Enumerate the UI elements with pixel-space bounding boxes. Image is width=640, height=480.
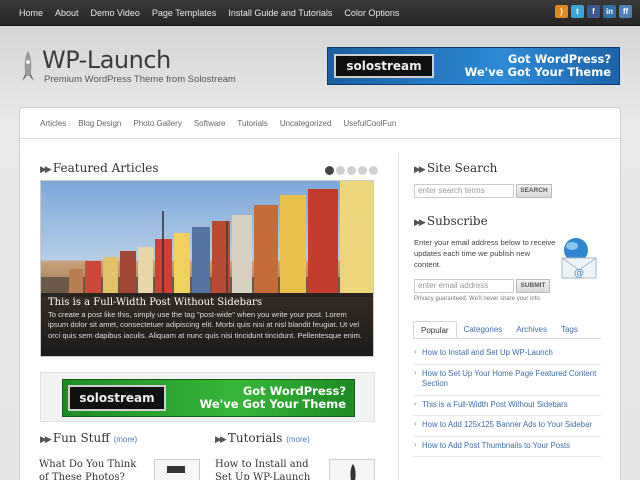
popular-post-link[interactable]: How to Install and Set Up WP-Launch xyxy=(413,344,601,365)
email-input[interactable]: enter email address xyxy=(414,279,514,293)
subscribe-heading-text: Subscribe xyxy=(426,214,488,228)
social-icons: ) t f in ff xyxy=(555,5,632,18)
top-nav: Home About Demo Video Page Templates Ins… xyxy=(13,0,405,26)
category-nav: Articles Blog Design Photo Gallery Softw… xyxy=(20,108,620,139)
tab-categories[interactable]: Categories xyxy=(457,321,510,338)
rocket-logo-icon xyxy=(22,51,34,81)
cat-blog-design[interactable]: Blog Design xyxy=(72,108,127,138)
featured-caption-title[interactable]: This is a Full-Width Post Without Sideba… xyxy=(48,297,368,308)
double-chevron-icon: ▶▶ xyxy=(215,435,227,445)
email-subscribe-icon: @ xyxy=(561,238,597,279)
double-chevron-icon: ▶▶ xyxy=(40,435,52,445)
banner-tagline: Got WordPress? We've Got Your Theme xyxy=(464,52,611,80)
banner-line-2: We've Got Your Theme xyxy=(464,65,611,80)
site-title: WP-Launch xyxy=(42,46,171,74)
cat-photo-gallery[interactable]: Photo Gallery xyxy=(127,108,187,138)
twitter-icon[interactable]: t xyxy=(571,5,584,18)
popular-posts-list: How to Install and Set Up WP-Launch How … xyxy=(413,344,601,458)
top-navigation-bar: Home About Demo Video Page Templates Ins… xyxy=(0,0,640,26)
mid-banner-brand-box: solostream xyxy=(68,385,166,411)
tutorials-heading: ▶▶ Tutorials (more) xyxy=(215,431,310,445)
tutorials-post-title[interactable]: How to Install and Set Up WP-Launch xyxy=(215,459,325,480)
search-input[interactable]: enter search terms xyxy=(414,184,514,198)
nav-home[interactable]: Home xyxy=(13,0,49,26)
fun-stuff-thumbnail[interactable] xyxy=(154,459,200,480)
tutorials-more-link[interactable]: (more) xyxy=(286,435,310,444)
site-search-heading-text: Site Search xyxy=(426,161,498,175)
slider-dots xyxy=(325,166,378,175)
double-chevron-icon: ▶▶ xyxy=(40,165,52,175)
site-tagline: Premium WordPress Theme from Solostream xyxy=(44,74,236,85)
slider-dot-2[interactable] xyxy=(336,166,345,175)
mid-banner-tagline: Got WordPress? We've Got Your Theme xyxy=(199,384,346,412)
camera-thumbnail-image xyxy=(167,466,185,473)
mid-banner-line-2: We've Got Your Theme xyxy=(199,397,346,412)
facebook-icon[interactable]: f xyxy=(587,5,600,18)
tutorials-heading-text: Tutorials xyxy=(227,431,283,445)
nav-about[interactable]: About xyxy=(49,0,85,26)
search-button[interactable]: SEARCH xyxy=(516,184,552,198)
tab-tags[interactable]: Tags xyxy=(554,321,585,338)
nav-install-guide[interactable]: Install Guide and Tutorials xyxy=(222,0,338,26)
header-ad-banner[interactable]: solostream Got WordPress? We've Got Your… xyxy=(327,47,620,85)
tab-popular[interactable]: Popular xyxy=(413,321,457,338)
popular-post-link[interactable]: How to Set Up Your Home Page Featured Co… xyxy=(413,365,601,396)
subscribe-description: Enter your email address below to receiv… xyxy=(414,238,556,269)
nav-color-options[interactable]: Color Options xyxy=(338,0,405,26)
svg-text:@: @ xyxy=(574,268,584,279)
popular-post-link[interactable]: How to Add Post Thumbnails to Your Posts xyxy=(413,437,601,458)
nav-demo-video[interactable]: Demo Video xyxy=(85,0,146,26)
site-search-heading: ▶▶ Site Search xyxy=(414,161,497,175)
popular-post-link[interactable]: This is a Full-Width Post Without Sideba… xyxy=(413,396,601,417)
tutorials-thumbnail[interactable] xyxy=(329,459,375,480)
featured-caption-body: To create a post like this, simply use t… xyxy=(48,310,363,340)
fun-stuff-more-link[interactable]: (more) xyxy=(114,435,138,444)
banner-brand-box: solostream xyxy=(334,54,434,78)
fun-stuff-post-title[interactable]: What Do You Think of These Photos? xyxy=(39,459,149,480)
featured-caption: This is a Full-Width Post Without Sideba… xyxy=(41,293,373,356)
slider-dot-1[interactable] xyxy=(325,166,334,175)
tab-archives[interactable]: Archives xyxy=(509,321,554,338)
double-chevron-icon: ▶▶ xyxy=(414,165,426,175)
double-chevron-icon: ▶▶ xyxy=(414,218,426,228)
featured-heading-text: Featured Articles xyxy=(52,161,159,175)
sidebar-tabs: Popular Categories Archives Tags xyxy=(413,321,601,339)
linkedin-icon[interactable]: in xyxy=(603,5,616,18)
rss-icon[interactable]: ) xyxy=(555,5,568,18)
cat-tutorials[interactable]: Tutorials xyxy=(231,108,273,138)
cat-articles[interactable]: Articles xyxy=(34,108,72,138)
friendfeed-icon[interactable]: ff xyxy=(619,5,632,18)
subscribe-heading: ▶▶ Subscribe xyxy=(414,214,488,228)
featured-slide[interactable]: This is a Full-Width Post Without Sideba… xyxy=(40,180,374,357)
mid-banner-area: solostream Got WordPress? We've Got Your… xyxy=(40,372,375,422)
slider-dot-5[interactable] xyxy=(369,166,378,175)
fun-stuff-heading-text: Fun Stuff xyxy=(52,431,110,445)
rocket-thumbnail-image xyxy=(350,464,356,480)
cat-usefulcoolfun[interactable]: UsefulCoolFun xyxy=(337,108,402,138)
nav-page-templates[interactable]: Page Templates xyxy=(146,0,222,26)
cat-software[interactable]: Software xyxy=(188,108,232,138)
column-divider xyxy=(398,153,399,480)
slider-dot-3[interactable] xyxy=(347,166,356,175)
cat-uncategorized[interactable]: Uncategorized xyxy=(274,108,338,138)
slider-dot-4[interactable] xyxy=(358,166,367,175)
submit-button[interactable]: SUBMIT xyxy=(516,279,550,293)
fun-stuff-heading: ▶▶ Fun Stuff (more) xyxy=(40,431,137,445)
featured-heading: ▶▶ Featured Articles xyxy=(40,161,159,175)
popular-post-link[interactable]: How to Add 125x125 Banner Ads to Your Si… xyxy=(413,416,601,437)
privacy-note: Privacy guaranteed. We'll never share yo… xyxy=(414,296,542,302)
mid-ad-banner[interactable]: solostream Got WordPress? We've Got Your… xyxy=(62,379,355,417)
